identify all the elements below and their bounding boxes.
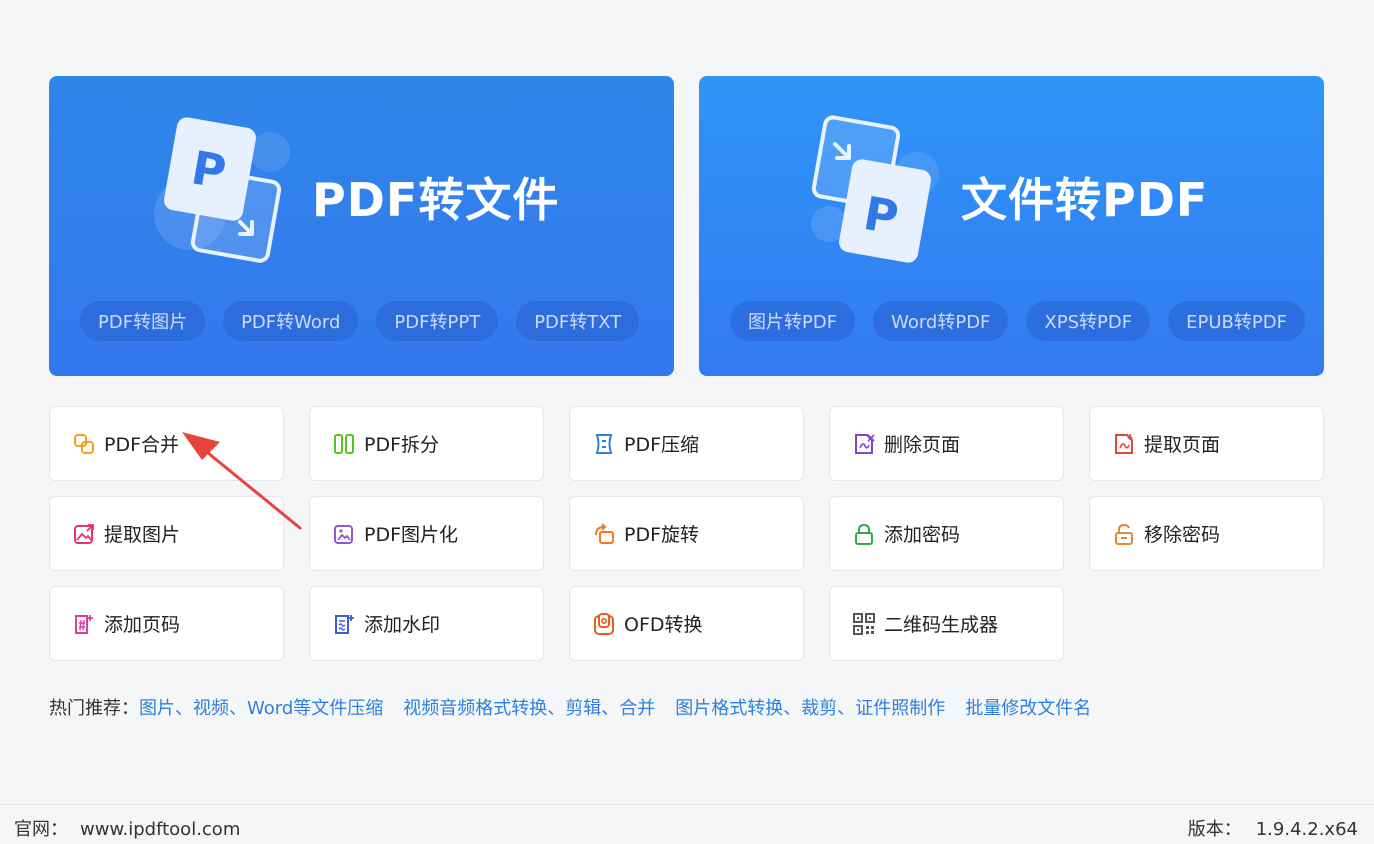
hot-recommendations: 热门推荐： 图片、视频、Word等文件压缩 视频音频格式转换、剪辑、合并 图片格… [49, 694, 1111, 720]
watermark-icon [332, 612, 356, 636]
tool-extract-page[interactable]: 提取页面 [1089, 406, 1324, 481]
chip-xps-to-pdf[interactable]: XPS转PDF [1026, 301, 1151, 341]
unlock-icon [1112, 522, 1136, 546]
app-window: P PDF转文件 PDF转图片 PDF转Word PDF转PPT PDF转TXT… [0, 0, 1374, 844]
tool-delete-page[interactable]: 删除页面 [829, 406, 1064, 481]
website-label: 官网： [14, 819, 68, 840]
version-number: 1.9.4.2.x64 [1255, 819, 1358, 840]
website-info: 官网： www.ipdftool.com [14, 815, 240, 841]
tool-label: 删除页面 [884, 434, 961, 456]
pdf-to-file-banner[interactable]: P PDF转文件 PDF转图片 PDF转Word PDF转PPT PDF转TXT [49, 76, 674, 376]
hot-link-batch-rename[interactable]: 批量修改文件名 [965, 694, 1091, 720]
tool-label: PDF图片化 [364, 524, 459, 546]
status-bar: 官网： www.ipdftool.com 版本： 1.9.4.2.x64 [0, 804, 1374, 844]
hot-link-video-audio[interactable]: 视频音频格式转换、剪辑、合并 [403, 694, 655, 720]
extract-image-icon [72, 522, 96, 546]
tool-add-watermark[interactable]: 添加水印 [309, 586, 544, 661]
chip-epub-to-pdf[interactable]: EPUB转PDF [1168, 301, 1305, 341]
tool-pdf-split[interactable]: PDF拆分 [309, 406, 544, 481]
version-label: 版本： [1187, 819, 1242, 840]
chip-row: PDF转图片 PDF转Word PDF转PPT PDF转TXT [80, 301, 640, 341]
tool-label: 提取页面 [1144, 434, 1221, 456]
pdf-to-file-icon: P [154, 117, 290, 263]
chip-pdf-to-word[interactable]: PDF转Word [223, 301, 359, 341]
lock-icon [852, 522, 876, 546]
file-to-pdf-banner[interactable]: P 文件转PDF 图片转PDF Word转PDF XPS转PDF EPUB转PD… [699, 76, 1324, 376]
extract-page-icon [1112, 432, 1136, 456]
tool-ofd-convert[interactable]: OFD转换 [569, 586, 804, 661]
tool-qrcode-generator[interactable]: 二维码生成器 [829, 586, 1064, 661]
version-info: 版本： 1.9.4.2.x64 [1188, 815, 1358, 841]
tool-label: PDF合并 [104, 434, 180, 456]
tool-label: PDF旋转 [624, 524, 700, 546]
tool-label: PDF拆分 [364, 434, 440, 456]
chip-pdf-to-txt[interactable]: PDF转TXT [516, 301, 640, 341]
tool-extract-image[interactable]: 提取图片 [49, 496, 284, 571]
compress-icon [592, 432, 616, 456]
rotate-icon [592, 522, 616, 546]
chip-image-to-pdf[interactable]: 图片转PDF [730, 301, 856, 341]
tool-add-page-number[interactable]: 添加页码 [49, 586, 284, 661]
page-number-icon [72, 612, 96, 636]
qrcode-icon [852, 612, 876, 636]
tool-label: 添加水印 [364, 614, 441, 636]
hot-link-image-format[interactable]: 图片格式转换、裁剪、证件照制作 [675, 694, 945, 720]
hot-label: 热门推荐： [49, 698, 139, 719]
ofd-icon [592, 612, 616, 636]
tool-label: 二维码生成器 [884, 614, 999, 636]
banner-title: PDF转文件 [312, 173, 560, 227]
tool-pdf-rotate[interactable]: PDF旋转 [569, 496, 804, 571]
banner-title: 文件转PDF [961, 173, 1209, 227]
website-link[interactable]: www.ipdftool.com [80, 819, 240, 840]
tool-label: 添加页码 [104, 614, 181, 636]
tool-pdf-to-image[interactable]: PDF图片化 [309, 496, 544, 571]
delete-page-icon [852, 432, 876, 456]
merge-icon [72, 432, 96, 456]
chip-word-to-pdf[interactable]: Word转PDF [873, 301, 1009, 341]
tool-label: 移除密码 [1144, 524, 1221, 546]
tool-label: 提取图片 [104, 524, 181, 546]
tool-add-password[interactable]: 添加密码 [829, 496, 1064, 571]
tool-label: OFD转换 [624, 614, 703, 636]
tool-label: 添加密码 [884, 524, 961, 546]
tool-remove-password[interactable]: 移除密码 [1089, 496, 1324, 571]
tool-label: PDF压缩 [624, 434, 700, 456]
file-to-pdf-icon: P [811, 115, 939, 263]
tool-pdf-compress[interactable]: PDF压缩 [569, 406, 804, 481]
chip-pdf-to-ppt[interactable]: PDF转PPT [376, 301, 499, 341]
split-icon [332, 432, 356, 456]
hot-link-compress[interactable]: 图片、视频、Word等文件压缩 [139, 694, 383, 720]
tool-pdf-merge[interactable]: PDF合并 [49, 406, 284, 481]
pdf-to-image-icon [332, 522, 356, 546]
chip-pdf-to-image[interactable]: PDF转图片 [80, 301, 206, 341]
chip-row: 图片转PDF Word转PDF XPS转PDF EPUB转PDF [730, 301, 1305, 341]
